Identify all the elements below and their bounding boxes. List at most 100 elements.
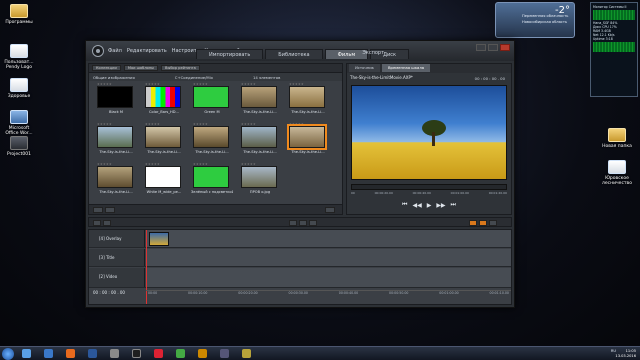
timeline-settings-button[interactable] [93, 220, 101, 226]
thumbnail-image [97, 126, 133, 148]
timeline-magnet-button[interactable] [479, 220, 487, 226]
thumbnail-caption: Green M [204, 110, 220, 114]
timeline-marker-button[interactable] [309, 220, 317, 226]
ie-taskbar-icon[interactable] [44, 349, 53, 358]
library-thumbnail[interactable]: ★★★★★ The-Sky-is-the-Li... [287, 82, 333, 126]
media-taskbar-icon[interactable] [154, 349, 163, 358]
app-taskbar-icon[interactable] [110, 349, 119, 358]
library-subbar: Общие изображения С+Соединение/Mix 14 эл… [89, 73, 342, 81]
thumbnail-image [193, 86, 229, 108]
library-thumbnail[interactable]: ★★★★★ Color_Bars_HD... [143, 82, 189, 126]
desktop-icon[interactable]: Юровское лесничество [600, 160, 634, 186]
library-thumbnail[interactable]: ★★★★★ The-Sky-is-the-Li... [191, 122, 237, 166]
track-lane[interactable] [146, 230, 511, 247]
library-thumbnail[interactable]: ★★★★★ Зелёный с подсветкой [191, 162, 237, 206]
library-list-button[interactable] [105, 207, 115, 213]
play-icon[interactable]: ▶ [427, 202, 432, 209]
timeline-delete-button[interactable] [299, 220, 307, 226]
desktop-icon[interactable]: Microsoft Office Wor... [2, 110, 36, 136]
close-icon[interactable] [500, 44, 510, 51]
timeline-navigator-button[interactable] [103, 220, 111, 226]
ruler-label: 00:01:10.00 [489, 291, 509, 295]
library-thumbnail[interactable]: ★★★★★ Black M [95, 82, 141, 126]
desktop-icon-label: Project001 [7, 152, 31, 157]
library-toolbar-button[interactable]: Мои шаблоны [123, 65, 159, 71]
desktop-icon-label: Пользоват... Pendy Logo [4, 60, 34, 70]
tab-1[interactable]: Библиотека [265, 49, 323, 59]
timeline-zoom-button[interactable] [489, 220, 497, 226]
library-thumbnail[interactable]: ★★★★★ The-Sky-is-the-Li... [239, 82, 285, 126]
tool-taskbar-icon[interactable] [220, 349, 229, 358]
library-filter-label[interactable]: С+Соединение/Mix [175, 75, 213, 80]
library-thumbnail[interactable]: ★★★★★ ПРОВ о.jpg [239, 162, 285, 206]
library-thumbnail[interactable]: ★★★★★ The-Sky-is-the-Li... [287, 122, 333, 166]
menu-item[interactable]: Редактировать [127, 48, 167, 54]
track-name: [3] Title [99, 255, 115, 260]
thumbnail-caption: White M_wide_pe... [146, 190, 182, 194]
desktop-icon[interactable]: Пользоват... Pendy Logo [2, 44, 36, 70]
library-zoom-button[interactable] [325, 207, 335, 213]
player-tab[interactable]: Источник [349, 64, 380, 72]
timeline-ruler[interactable]: 00:00 00:00:10.00 00:00:20.00 00:00:30.00 00… [146, 290, 511, 300]
skip-back-icon[interactable]: ⏮ [402, 201, 407, 209]
player-tab[interactable]: Временная шкала [381, 64, 431, 72]
library-toolbar-button[interactable]: Выбор рейтинга [161, 65, 200, 71]
network-graph [593, 42, 635, 52]
library-thumbnail[interactable]: ★★★★★ The-Sky-is-the-Li... [143, 122, 189, 166]
minimize-icon[interactable] [476, 44, 486, 51]
explorer-taskbar-icon[interactable] [22, 349, 31, 358]
yellow-app-taskbar-icon[interactable] [242, 349, 251, 358]
system-monitor-gadget[interactable]: Монитор Системы II Hana_SGF 84% Диск CPU … [590, 2, 638, 97]
library-thumbnail[interactable]: ★★★★★ The-Sky-is-the-Li... [95, 162, 141, 206]
desktop-icon[interactable]: Новая папка [600, 128, 634, 149]
orange-app-taskbar-icon[interactable] [198, 349, 207, 358]
track-title[interactable]: [3] Title [89, 249, 511, 267]
word-taskbar-icon[interactable] [88, 349, 97, 358]
document-icon [10, 44, 28, 58]
scrubber-bar[interactable] [351, 184, 507, 190]
green-app-taskbar-icon[interactable] [176, 349, 185, 358]
preview-screen[interactable] [351, 85, 507, 180]
document-icon [608, 160, 626, 174]
desktop-icon-label: Юровское лесничество [602, 176, 632, 186]
track-video[interactable]: [2] Video [89, 268, 511, 288]
library-toolbar-button[interactable]: Коллекции [92, 65, 121, 71]
track-header: [2] Video [89, 268, 145, 287]
desktop-icon-label: Microsoft Office Wor... [5, 126, 33, 136]
start-button-icon[interactable] [2, 348, 14, 360]
library-bottom-bar [89, 204, 342, 214]
library-view-button[interactable] [93, 207, 103, 213]
track-overlay[interactable]: [4] Overlay [89, 230, 511, 248]
desktop-icon[interactable]: Здоровье [2, 78, 36, 99]
scrubber-label: 00 [351, 191, 355, 195]
scrubber-labels: 00 00:00:20.00 00:00:40.00 00:01:00.00 00:01… [351, 191, 507, 195]
firefox-taskbar-icon[interactable] [66, 349, 75, 358]
timeline-clip[interactable] [149, 232, 169, 246]
library-thumbnail[interactable]: ★★★★★ White M_wide_pe... [143, 162, 189, 206]
maximize-icon[interactable] [488, 44, 498, 51]
skip-forward-icon[interactable]: ⏭ [451, 201, 456, 209]
timeline-snap-button[interactable] [469, 220, 477, 226]
library-thumbnail[interactable]: ★★★★★ The-Sky-is-the-Li... [95, 122, 141, 166]
fast-forward-icon[interactable]: ▶▶ [436, 202, 445, 209]
library-panel: Коллекции Мои шаблоны Выбор рейтинга Общие… [88, 63, 343, 215]
menu-item[interactable]: Файл [108, 48, 122, 54]
library-thumbnail[interactable]: ★★★★★ The-Sky-is-the-Li... [239, 122, 285, 166]
export-button[interactable]: Экспорт [362, 50, 384, 56]
library-thumbnail[interactable]: ★★★★★ Green M [191, 82, 237, 126]
track-lane[interactable] [146, 268, 511, 287]
taskbar-clock[interactable]: 11:05 13.03.2016 [615, 349, 636, 358]
project-title: The-Sky-is-the-LimitMovie.AXP* [350, 75, 413, 80]
rewind-icon[interactable]: ◀◀ [412, 202, 421, 209]
player-panel: Источник Временная шкала The-Sky-is-the-L… [346, 63, 512, 215]
player-timecode: 00 : 00 : 00 . 00 [474, 76, 505, 81]
desktop-icon[interactable]: Project001 [2, 136, 36, 157]
pinnacle-taskbar-icon[interactable] [132, 349, 141, 358]
tab-0[interactable]: Импортировать [196, 49, 264, 59]
track-lane[interactable] [146, 249, 511, 266]
desktop-icon[interactable]: Программы [2, 4, 36, 25]
taskbar: RU 11:05 13.03.2016 [0, 346, 640, 360]
timeline-cut-button[interactable] [289, 220, 297, 226]
word-icon [10, 110, 28, 124]
weather-gadget[interactable]: -2° Переменная облачность Новосибирская … [495, 2, 575, 38]
